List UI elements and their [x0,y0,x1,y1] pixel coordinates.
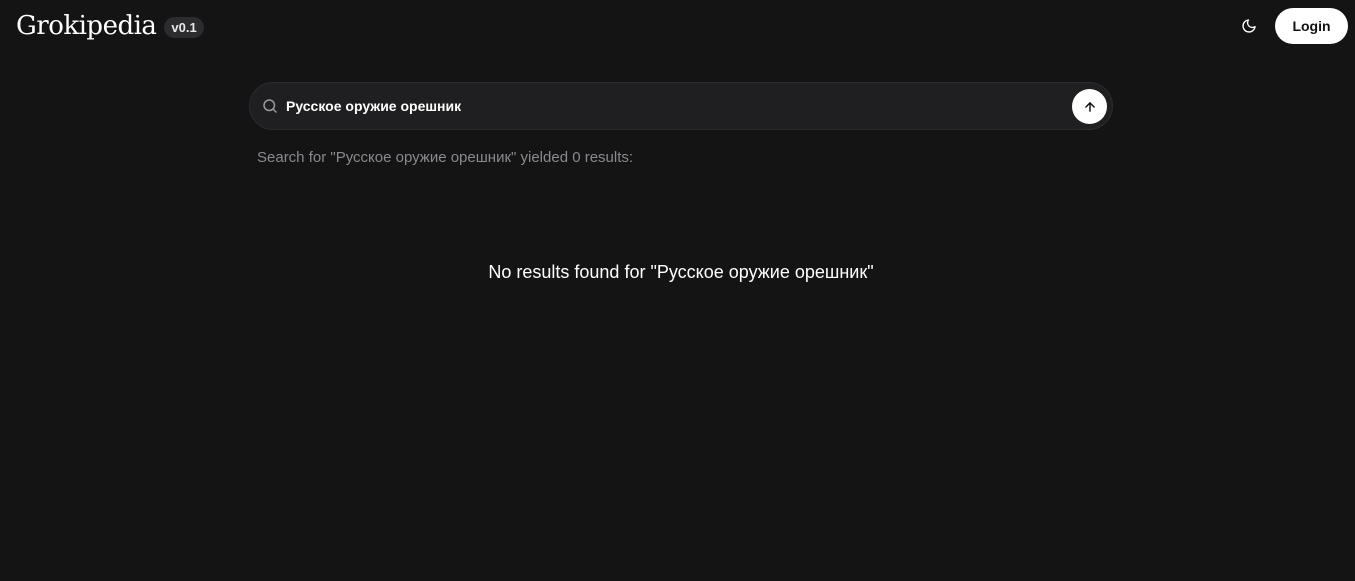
search-icon [263,99,277,113]
theme-toggle-button[interactable] [1237,14,1261,38]
search-input[interactable] [286,83,1066,129]
moon-icon [1242,19,1256,33]
search-box [249,82,1113,130]
search-submit-button[interactable] [1072,89,1107,124]
logo[interactable]: Grokipedia [16,10,157,42]
login-button[interactable]: Login [1275,8,1348,44]
page: Grokipedia v0.1 Login Search for "Русско… [0,0,1355,581]
result-summary: Search for "Русское оружие орешник" yiel… [257,149,634,166]
header: Grokipedia v0.1 Login [0,0,1355,54]
version-badge: v0.1 [164,16,204,38]
brand: Grokipedia v0.1 [16,10,204,42]
arrow-up-icon [1084,101,1095,112]
no-results-message: No results found for "Русское оружие оре… [488,262,874,282]
